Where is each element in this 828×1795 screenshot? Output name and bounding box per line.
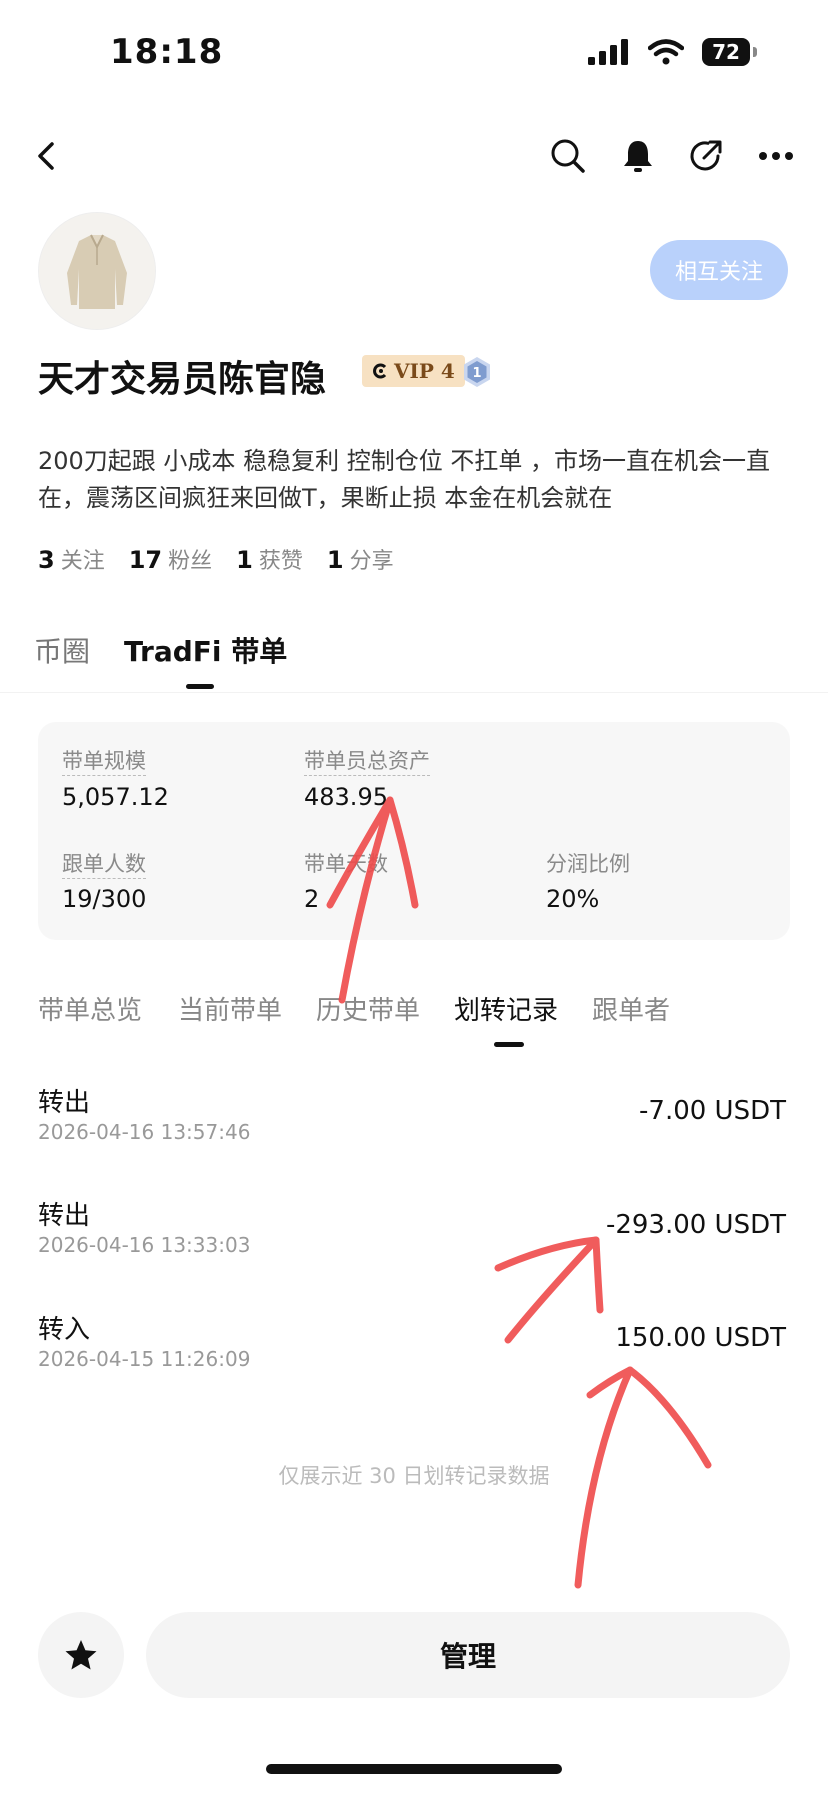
record-time: 2026-04-16 13:57:46 xyxy=(38,1120,251,1144)
profile-name: 天才交易员陈官隐 xyxy=(38,359,327,400)
records-note: 仅展示近 30 日划转记录数据 xyxy=(278,1464,550,1488)
tab-active-indicator xyxy=(186,684,214,689)
followers-label-wrap[interactable]: 跟单人数 xyxy=(62,848,146,879)
record-time: 2026-04-16 13:33:03 xyxy=(38,1233,251,1257)
stat-label: 粉丝 xyxy=(168,549,213,574)
stat-value: 17 xyxy=(128,546,163,574)
subtab-current[interactable]: 当前带单 xyxy=(178,990,282,1027)
record-type: 转出 xyxy=(38,1088,91,1118)
subtab-history[interactable]: 历史带单 xyxy=(316,990,420,1027)
assets-value: 483.95 xyxy=(304,783,388,811)
assets-label-wrap[interactable]: 带单员总资产 xyxy=(304,745,430,776)
share-label-wrap: 分润比例 xyxy=(546,848,630,878)
stat-value: 3 xyxy=(38,546,55,574)
level-badge: 1 xyxy=(462,356,492,388)
vip-logo-icon xyxy=(373,363,387,379)
scale-label-wrap[interactable]: 带单规模 xyxy=(62,745,146,776)
stat-label: 关注 xyxy=(60,549,105,574)
more-icon[interactable] xyxy=(754,134,798,178)
subtab-followers[interactable]: 跟单者 xyxy=(592,990,670,1027)
stat-label: 分享 xyxy=(349,549,394,574)
annotation-arrow xyxy=(586,1366,712,1469)
record-time: 2026-04-15 11:26:09 xyxy=(38,1347,251,1371)
follow-button[interactable]: 相互关注 xyxy=(650,240,788,300)
stat-following[interactable]: 3 关注 xyxy=(38,543,105,575)
signal-icon xyxy=(588,39,628,65)
scale-value: 5,057.12 xyxy=(62,783,169,811)
status-time: 18:18 xyxy=(110,32,224,72)
vip-badge-label: VIP 4 xyxy=(394,359,455,383)
stat-value: 1 xyxy=(326,546,344,574)
subtab-overview[interactable]: 带单总览 xyxy=(38,990,142,1027)
stat-likes: 1 获赞 xyxy=(236,543,303,575)
home-indicator xyxy=(266,1764,562,1774)
search-icon[interactable] xyxy=(546,134,590,178)
record-amount: -293.00 USDT xyxy=(605,1210,786,1240)
assets-label: 带单员总资产 xyxy=(304,749,430,776)
avatar[interactable] xyxy=(38,212,156,330)
profile-bio: 200刀起跟 小成本 稳稳复利 控制仓位 不扛单 ，市场一直在机会一直在，震荡区… xyxy=(38,447,770,512)
annotation-arrow xyxy=(494,1236,604,1314)
profile-stats: 3 关注 17 粉丝 1 获赞 1 分享 xyxy=(38,543,394,575)
wifi-icon xyxy=(648,39,684,65)
stat-label: 获赞 xyxy=(258,549,303,574)
subtab-transfer-records[interactable]: 划转记录 xyxy=(454,990,558,1027)
record-amount: 150.00 USDT xyxy=(615,1323,786,1353)
record-amount: -7.00 USDT xyxy=(639,1096,786,1126)
followers-label: 跟单人数 xyxy=(62,852,146,879)
share-icon[interactable] xyxy=(684,134,728,178)
tab-crypto-circle[interactable]: 币圈 xyxy=(34,630,90,670)
tab-tradfi-copytrading[interactable]: TradFi 带单 xyxy=(124,630,287,670)
divider xyxy=(0,692,828,693)
subtab-active-indicator xyxy=(494,1042,524,1047)
back-icon[interactable] xyxy=(24,134,68,178)
battery-icon: 72 xyxy=(702,38,757,66)
days-value: 2 xyxy=(304,885,320,913)
stat-shares: 1 分享 xyxy=(327,543,394,575)
record-type: 转入 xyxy=(38,1315,91,1345)
stat-followers[interactable]: 17 粉丝 xyxy=(129,543,212,575)
annotation-arrow xyxy=(504,1236,600,1344)
vip-badge: VIP 4 xyxy=(362,355,465,387)
record-type: 转出 xyxy=(38,1201,91,1231)
share-value: 20% xyxy=(546,885,600,913)
stat-value: 1 xyxy=(236,546,253,574)
level-badge-label: 1 xyxy=(472,366,481,381)
days-label: 带单天数 xyxy=(304,852,388,876)
manage-button[interactable]: 管理 xyxy=(146,1612,790,1698)
days-label-wrap: 带单天数 xyxy=(304,848,388,878)
scale-label: 带单规模 xyxy=(62,749,146,776)
star-icon xyxy=(65,1640,97,1670)
share-label: 分润比例 xyxy=(546,852,630,876)
favorite-button[interactable] xyxy=(38,1612,124,1698)
bell-icon[interactable] xyxy=(616,134,660,178)
status-icons: 72 xyxy=(588,38,757,66)
followers-value: 19/300 xyxy=(62,885,147,913)
